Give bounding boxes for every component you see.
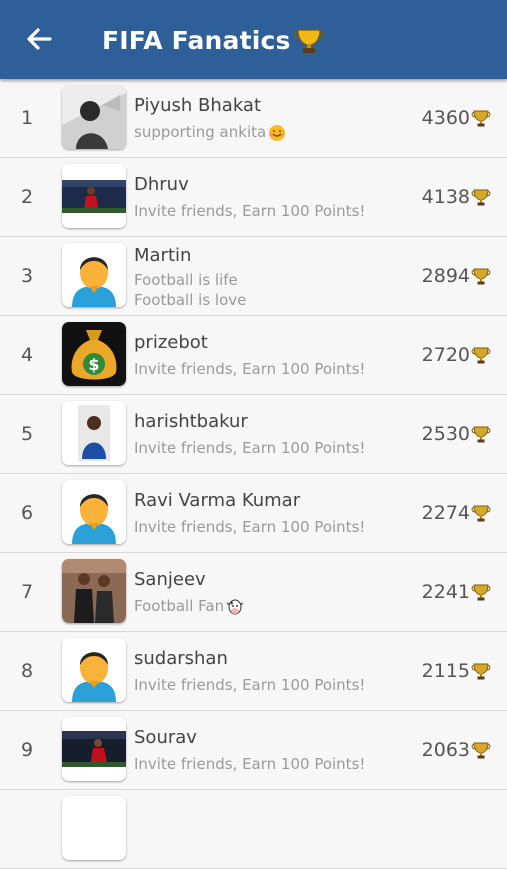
score-value: 2894 <box>421 265 470 287</box>
trophy-icon <box>471 110 491 127</box>
user-status: Invite friends, Earn 100 Points! <box>134 439 366 457</box>
trophy-icon <box>471 742 491 759</box>
user-score: 4360 <box>422 79 491 157</box>
score-value: 2274 <box>421 502 470 524</box>
trophy-icon <box>471 663 491 680</box>
user-status: Invite friends, Earn 100 Points! <box>134 755 366 773</box>
page-title: FIFA Fanatics <box>102 25 291 55</box>
user-name: harishtbakur <box>134 411 248 432</box>
user-status: supporting ankita <box>134 122 287 142</box>
user-avatar[interactable] <box>62 796 126 860</box>
user-avatar[interactable] <box>62 401 126 465</box>
user-avatar[interactable]: $ <box>62 322 126 386</box>
leaderboard-row[interactable]: 9 Sourav Invite friends, Earn 100 Points… <box>0 711 507 790</box>
trophy-icon <box>471 505 491 522</box>
score-value: 2063 <box>421 739 470 761</box>
user-name: prizebot <box>134 332 208 353</box>
status-text: supporting ankita <box>134 123 267 141</box>
rank-number: 7 <box>20 581 34 603</box>
score-value: 2720 <box>421 344 470 366</box>
user-status: Football is life Football is love <box>134 271 247 309</box>
leaderboard-row[interactable]: 6 Ravi Varma Kumar Invite friends, Earn … <box>0 474 507 553</box>
trophy-icon <box>471 189 491 206</box>
avatar-photo <box>62 164 126 228</box>
rank-number: 3 <box>20 265 34 287</box>
user-score: 2115 <box>422 632 491 710</box>
svg-text:$: $ <box>88 355 99 374</box>
smiling-face-icon <box>269 124 286 141</box>
user-name: Ravi Varma Kumar <box>134 490 301 511</box>
default-user-avatar-icon <box>62 243 126 307</box>
user-avatar[interactable] <box>62 717 126 781</box>
trophy-icon <box>471 268 491 285</box>
user-name: Martin <box>134 245 192 266</box>
leaderboard-row[interactable]: 7 Sanjeev Football Fan 2241 <box>0 553 507 632</box>
rank-number: 9 <box>20 739 34 761</box>
user-avatar[interactable] <box>62 243 126 307</box>
score-value: 4138 <box>421 186 470 208</box>
score-value: 4360 <box>421 107 470 129</box>
arrow-left-icon[interactable] <box>22 22 56 56</box>
default-user-avatar-icon <box>62 638 126 702</box>
avatar-photo <box>62 559 126 623</box>
user-name: Sanjeev <box>134 569 206 590</box>
trophy-icon <box>471 584 491 601</box>
leaderboard-row[interactable]: 3 Martin Football is life Football is lo… <box>0 237 507 316</box>
user-score: 2241 <box>422 553 491 631</box>
score-value: 2241 <box>421 581 470 603</box>
user-name: Piyush Bhakat <box>134 95 262 116</box>
leaderboard-row[interactable]: 8 sudarshan Invite friends, Earn 100 Poi… <box>0 632 507 711</box>
user-status: Invite friends, Earn 100 Points! <box>134 676 366 694</box>
default-user-avatar-icon <box>62 480 126 544</box>
user-score: 2530 <box>422 395 491 473</box>
user-avatar[interactable] <box>62 638 126 702</box>
user-avatar[interactable] <box>62 164 126 228</box>
rank-number: 8 <box>20 660 34 682</box>
status-text: Football Fan <box>134 597 225 615</box>
rank-number: 2 <box>20 186 34 208</box>
score-value: 2115 <box>421 660 470 682</box>
user-score: 4138 <box>422 158 491 236</box>
trophy-icon <box>471 426 491 443</box>
rank-number: 4 <box>20 344 34 366</box>
rank-number: 6 <box>20 502 34 524</box>
user-score: 2720 <box>422 316 491 394</box>
leaderboard-list: 1 Piyush Bhakat supporting ankita 4360 2 <box>0 79 507 869</box>
leaderboard-row-partial[interactable] <box>0 790 507 869</box>
rank-number: 5 <box>20 423 34 445</box>
user-status: Invite friends, Earn 100 Points! <box>134 202 366 220</box>
user-avatar[interactable] <box>62 85 126 149</box>
avatar-photo <box>62 401 126 465</box>
leaderboard-row[interactable]: 4 $ prizebot Invite friends, Earn 100 Po… <box>0 316 507 395</box>
trophy-icon <box>471 347 491 364</box>
cow-face-icon <box>226 599 244 614</box>
money-bag-icon: $ <box>62 322 126 386</box>
user-score: 2063 <box>422 711 491 789</box>
leaderboard-row[interactable]: 2 Dhruv Invite friends, Earn 100 Points!… <box>0 158 507 237</box>
trophy-icon <box>293 29 324 53</box>
avatar-photo <box>62 85 126 149</box>
user-name: Sourav <box>134 727 197 748</box>
user-status: Football Fan <box>134 596 245 616</box>
user-name: sudarshan <box>134 648 228 669</box>
user-status: Invite friends, Earn 100 Points! <box>134 518 366 536</box>
title-group: FIFA Fanatics <box>102 20 325 60</box>
leaderboard-row[interactable]: 5 harishtbakur Invite friends, Earn 100 … <box>0 395 507 474</box>
score-value: 2530 <box>421 423 470 445</box>
app-bar: FIFA Fanatics <box>0 0 507 79</box>
user-avatar[interactable] <box>62 559 126 623</box>
rank-number: 1 <box>20 107 34 129</box>
leaderboard-row[interactable]: 1 Piyush Bhakat supporting ankita 4360 <box>0 79 507 158</box>
user-score: 2274 <box>422 474 491 552</box>
user-name: Dhruv <box>134 174 189 195</box>
avatar-photo <box>62 717 126 781</box>
user-avatar[interactable] <box>62 480 126 544</box>
user-status: Invite friends, Earn 100 Points! <box>134 360 366 378</box>
user-score: 2894 <box>422 237 491 315</box>
